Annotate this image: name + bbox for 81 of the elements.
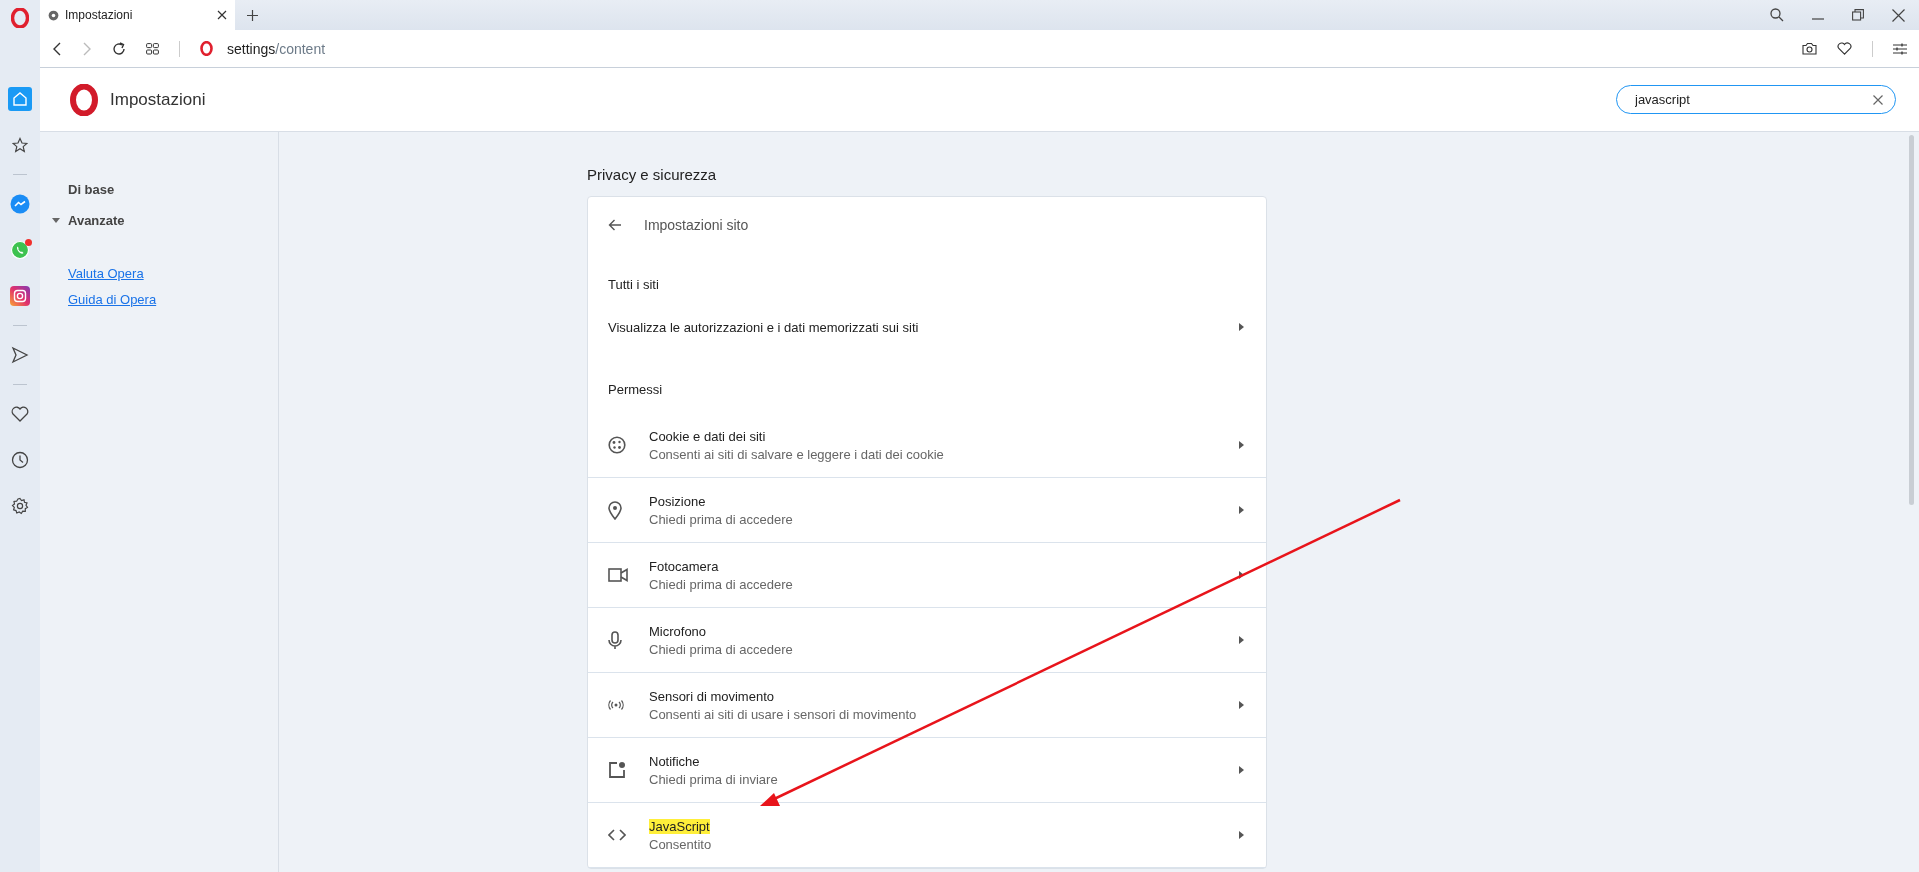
permission-row[interactable]: Posizione Chiedi prima di accedere bbox=[588, 478, 1266, 543]
search-field[interactable]: javascript bbox=[1616, 85, 1896, 114]
clear-icon[interactable] bbox=[1873, 94, 1883, 105]
settings-icon bbox=[11, 497, 29, 515]
chevron-icon bbox=[1239, 831, 1244, 839]
home-icon bbox=[12, 91, 28, 107]
page-title: Impostazioni bbox=[110, 89, 206, 110]
grid-icon[interactable] bbox=[146, 42, 159, 55]
cookie-icon bbox=[608, 436, 626, 454]
sliders-icon[interactable] bbox=[1893, 42, 1907, 55]
instagram-button[interactable] bbox=[8, 284, 32, 308]
permission-title: Fotocamera bbox=[649, 558, 719, 574]
star-icon bbox=[12, 137, 28, 153]
camera-icon[interactable] bbox=[1802, 42, 1817, 55]
chevron-icon bbox=[1239, 323, 1244, 331]
back-arrow-icon[interactable] bbox=[608, 219, 622, 231]
permission-title: Cookie e dati dei siti bbox=[649, 428, 766, 444]
microphone-icon bbox=[608, 630, 622, 650]
notification-icon bbox=[608, 761, 626, 779]
permission-row[interactable]: Sensori di movimento Consenti ai siti di usare i sensori di movimento bbox=[588, 673, 1266, 738]
permission-title: Microfono bbox=[649, 623, 707, 639]
permission-status: Chiedi prima di accedere bbox=[649, 641, 793, 657]
notification-dot bbox=[25, 239, 32, 246]
back-icon[interactable] bbox=[52, 41, 62, 56]
permission-status: Consentito bbox=[649, 836, 712, 852]
close-icon[interactable] bbox=[217, 10, 227, 20]
section-heading: Permessi bbox=[607, 381, 664, 399]
address-field[interactable]: settings/content bbox=[227, 40, 326, 57]
heart-icon[interactable] bbox=[1837, 42, 1852, 55]
section-heading: Tutti i siti bbox=[607, 276, 660, 294]
card-title: Impostazioni sito bbox=[644, 217, 749, 233]
tab-title: Impostazioni bbox=[65, 8, 134, 22]
permission-title: Sensori di movimento bbox=[649, 688, 774, 704]
chevron-icon bbox=[1239, 571, 1244, 579]
search-icon[interactable] bbox=[1770, 8, 1784, 22]
home-button[interactable] bbox=[8, 87, 32, 111]
browser-tab[interactable]: Impostazioni bbox=[40, 0, 235, 30]
reload-icon[interactable] bbox=[112, 41, 126, 56]
video-camera-icon bbox=[608, 568, 628, 582]
send-icon bbox=[11, 346, 29, 364]
restore-icon[interactable] bbox=[1852, 9, 1864, 21]
location-pin-icon bbox=[608, 500, 622, 520]
permission-row[interactable]: JavaScript Consentito bbox=[588, 803, 1266, 868]
clock-icon bbox=[11, 451, 29, 469]
permission-status: Consenti ai siti di salvare e leggere i dati dei cookie bbox=[649, 446, 944, 462]
permission-title: Notifiche bbox=[649, 753, 700, 769]
chat-bubble-icon bbox=[10, 194, 30, 214]
camera-app-icon bbox=[10, 286, 30, 306]
sensor-waves-icon bbox=[608, 700, 624, 710]
code-icon bbox=[608, 829, 626, 841]
nav-item[interactable]: Avanzate bbox=[40, 205, 278, 236]
heart-icon bbox=[11, 406, 29, 422]
chevron-icon bbox=[1239, 441, 1244, 449]
chevron-icon bbox=[1239, 701, 1244, 709]
opera-logo-icon bbox=[11, 8, 29, 28]
scrollbar-thumb[interactable] bbox=[1909, 135, 1914, 505]
chevron-icon bbox=[1239, 766, 1244, 774]
permission-status: Consenti ai siti di usare i sensori di movimento bbox=[649, 706, 917, 722]
chevron-icon bbox=[1239, 636, 1244, 644]
nav-item[interactable]: Di base bbox=[40, 174, 278, 205]
whatsapp-button[interactable] bbox=[8, 238, 32, 262]
close-icon[interactable] bbox=[1892, 8, 1905, 22]
messenger-button[interactable] bbox=[8, 192, 32, 216]
permission-row[interactable]: Microfono Chiedi prima di accedere bbox=[588, 608, 1266, 673]
phone-bubble-icon bbox=[10, 240, 30, 260]
opera-logo-icon bbox=[200, 41, 213, 56]
permission-status: Chiedi prima di inviare bbox=[649, 771, 778, 787]
opera-logo-icon bbox=[70, 83, 98, 116]
settings-icon bbox=[47, 8, 60, 22]
permission-title: Posizione bbox=[649, 493, 706, 509]
new-tab-icon[interactable] bbox=[247, 9, 258, 21]
chevron-icon bbox=[1239, 506, 1244, 514]
settings-row[interactable]: Visualizza le autorizzazioni e i dati memorizzati sui siti bbox=[588, 300, 1266, 354]
permission-status: Chiedi prima di accedere bbox=[649, 511, 793, 527]
section-title: Privacy e sicurezza bbox=[587, 166, 718, 183]
nav-link[interactable]: Guida di Opera bbox=[68, 292, 157, 307]
permission-status: Chiedi prima di accedere bbox=[649, 576, 793, 592]
permission-title: JavaScript bbox=[649, 818, 710, 834]
permission-row[interactable]: Cookie e dati dei siti Consenti ai siti di salvare e leggere i dati dei cookie bbox=[588, 413, 1266, 478]
nav-link[interactable]: Valuta Opera bbox=[68, 266, 144, 281]
permission-row[interactable]: Fotocamera Chiedi prima di accedere bbox=[588, 543, 1266, 608]
